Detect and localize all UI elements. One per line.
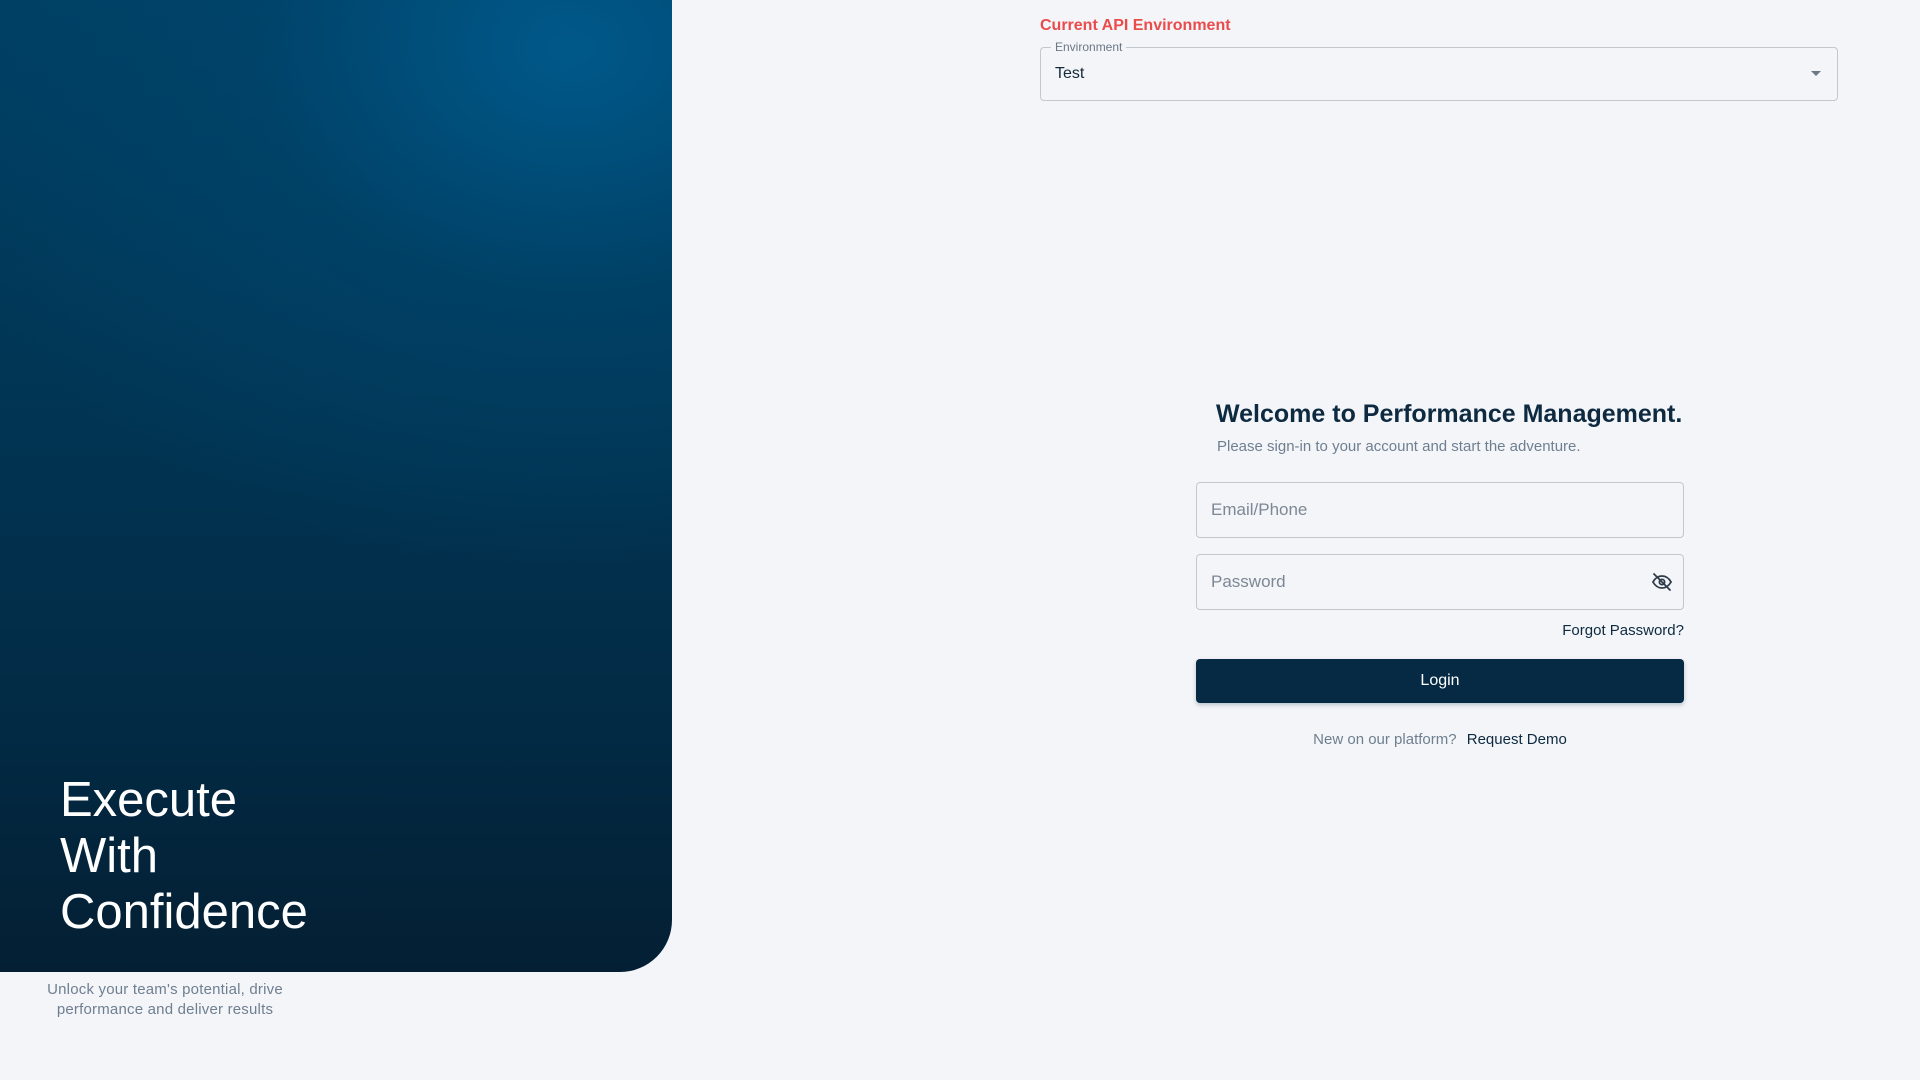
signup-row: New on our platform? Request Demo [1196,731,1684,748]
environment-select[interactable]: Environment Test [1040,40,1838,101]
environment-select-label: Environment [1051,40,1127,54]
eye-off-icon[interactable] [1650,570,1674,594]
hero-title-line-2: With [60,829,158,883]
password-input[interactable] [1196,554,1684,610]
hero-title: Execute With Confidence [60,772,308,940]
hero-panel: Execute With Confidence [0,0,672,972]
welcome-title: Welcome to Performance Management. [1216,400,1683,428]
login-page: Execute With Confidence Unlock your team… [0,0,1920,1080]
environment-heading: Current API Environment [1040,17,1231,34]
password-field [1196,554,1684,610]
hero-title-line-1: Execute [60,773,238,827]
forgot-password-link[interactable]: Forgot Password? [1196,622,1684,639]
hero-subtitle: Unlock your team's potential, drive perf… [47,981,283,1018]
hero-title-line-3: Confidence [60,885,308,939]
welcome-subtitle: Please sign-in to your account and start… [1217,438,1581,455]
login-button[interactable]: Login [1196,659,1684,703]
request-demo-link[interactable]: Request Demo [1467,731,1567,748]
dropdown-arrow-icon [1811,71,1821,76]
environment-select-value: Test [1055,65,1085,82]
email-phone-input[interactable] [1196,482,1684,538]
signup-prompt: New on our platform? [1313,731,1457,748]
